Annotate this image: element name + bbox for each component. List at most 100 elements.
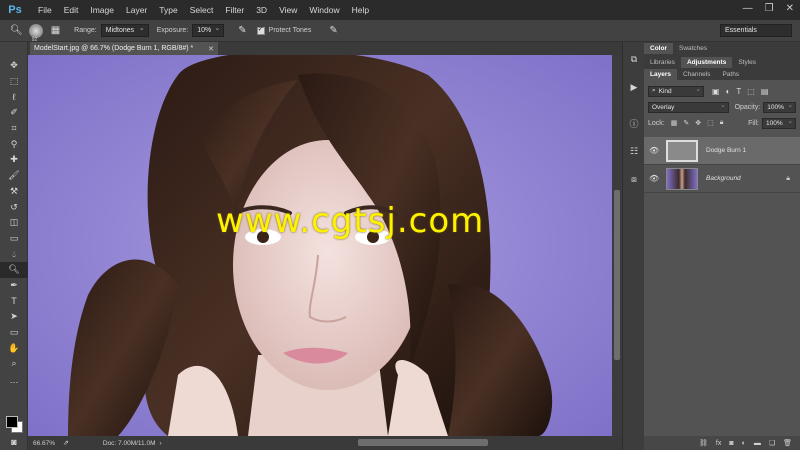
- zoom-level[interactable]: 66.67%: [33, 440, 63, 447]
- menu-layer[interactable]: Layer: [120, 5, 153, 15]
- tab-color[interactable]: Color: [644, 43, 673, 54]
- visibility-eye-icon[interactable]: 👁︎: [649, 174, 663, 183]
- layer-row-background[interactable]: 👁︎ Background 🔒︎: [644, 165, 800, 193]
- blur-tool-icon[interactable]: 💧︎: [0, 246, 28, 262]
- document-tab-title: ModelStart.jpg @ 66.7% (Dodge Burn 1, RG…: [34, 45, 194, 52]
- pressure-icon[interactable]: ✎: [329, 25, 337, 36]
- visibility-eye-icon[interactable]: 👁︎: [649, 146, 663, 155]
- new-adjustment-icon[interactable]: ◐: [742, 440, 746, 447]
- menu-help[interactable]: Help: [346, 5, 375, 15]
- burn-tool-preset-icon[interactable]: 🔍︎: [10, 25, 23, 36]
- menu-image[interactable]: Image: [84, 5, 120, 15]
- layer-row-dodge-burn[interactable]: 👁︎ Dodge Burn 1: [644, 137, 800, 165]
- opacity-input[interactable]: 100%: [763, 101, 796, 113]
- blend-mode-select[interactable]: Overlay: [648, 101, 729, 113]
- menu-window[interactable]: Window: [303, 5, 345, 15]
- tab-layers[interactable]: Layers: [644, 69, 677, 80]
- add-mask-icon[interactable]: ◙: [729, 440, 733, 447]
- filter-icons: ▣ ◐ T ⬚ ▤: [712, 87, 768, 96]
- lock-all-icon[interactable]: 🔒︎: [720, 119, 724, 127]
- menu-file[interactable]: File: [32, 5, 58, 15]
- menu-select[interactable]: Select: [184, 5, 220, 15]
- quick-select-tool-icon[interactable]: ✐: [0, 105, 28, 121]
- move-tool-icon[interactable]: ✥: [0, 58, 28, 74]
- tab-styles[interactable]: Styles: [732, 57, 762, 68]
- airbrush-icon[interactable]: ✎: [238, 25, 246, 36]
- tab-swatches[interactable]: Swatches: [673, 43, 713, 54]
- close-document-icon[interactable]: ✕: [208, 45, 214, 53]
- eraser-tool-icon[interactable]: ◫: [0, 215, 28, 231]
- shape-tool-icon[interactable]: ▭: [0, 325, 28, 341]
- layer-name[interactable]: Dodge Burn 1: [706, 147, 746, 154]
- lock-transparent-icon[interactable]: ▦: [671, 119, 678, 127]
- brush-size-picker[interactable]: 92: [28, 23, 43, 43]
- properties-panel-icon[interactable]: ☷: [623, 140, 645, 162]
- new-group-icon[interactable]: ▬: [754, 440, 761, 447]
- minimize-icon[interactable]: —: [743, 3, 753, 14]
- vertical-scroll-thumb[interactable]: [614, 190, 620, 360]
- tab-paths[interactable]: Paths: [716, 69, 745, 80]
- menu-edit[interactable]: Edit: [58, 5, 85, 15]
- delete-layer-icon[interactable]: 🗑︎: [783, 439, 792, 447]
- stamp-tool-icon[interactable]: ⚒: [0, 184, 28, 200]
- pen-tool-icon[interactable]: ✒: [0, 278, 28, 294]
- hand-tool-icon[interactable]: ✋: [0, 340, 28, 356]
- restore-icon[interactable]: ❐: [765, 3, 774, 14]
- lock-artboard-icon[interactable]: ⬚: [707, 119, 714, 127]
- quick-mask-icon[interactable]: ◙: [0, 434, 28, 450]
- adjustment-filter-icon[interactable]: ◐: [726, 87, 731, 96]
- pixel-filter-icon[interactable]: ▣: [712, 87, 720, 96]
- lock-position-icon[interactable]: ✥: [695, 119, 701, 127]
- close-icon[interactable]: ✕: [786, 3, 794, 14]
- brush-panel-icon[interactable]: ▦: [51, 25, 60, 36]
- layer-thumbnail: [666, 167, 698, 190]
- document-tab[interactable]: ModelStart.jpg @ 66.7% (Dodge Burn 1, RG…: [30, 42, 218, 55]
- layer-comps-icon[interactable]: ⧈: [623, 168, 645, 190]
- tab-libraries[interactable]: Libraries: [644, 57, 681, 68]
- marquee-tool-icon[interactable]: ⬚: [0, 74, 28, 90]
- status-info-icon[interactable]: ⇗: [63, 439, 69, 447]
- shape-filter-icon[interactable]: ⬚: [747, 87, 755, 96]
- info-panel-icon[interactable]: ⓘ: [623, 112, 645, 134]
- menu-filter[interactable]: Filter: [219, 5, 250, 15]
- actions-play-icon[interactable]: ▶: [623, 76, 645, 98]
- status-menu-icon[interactable]: ›: [160, 440, 162, 447]
- menu-3d[interactable]: 3D: [250, 5, 273, 15]
- layer-kind-filter[interactable]: ⌕ Kind: [648, 85, 704, 97]
- lock-image-icon[interactable]: ✎: [683, 119, 689, 127]
- tab-adjustments[interactable]: Adjustments: [680, 57, 733, 68]
- smart-object-filter-icon[interactable]: ▤: [761, 87, 769, 96]
- menu-view[interactable]: View: [273, 5, 303, 15]
- workspace-select[interactable]: Essentials: [720, 24, 792, 37]
- document-canvas[interactable]: www.cgtsj.com: [28, 55, 612, 436]
- type-tool-icon[interactable]: T: [0, 293, 28, 309]
- horizontal-scroll-thumb[interactable]: [358, 439, 488, 446]
- protect-tones-checkbox[interactable]: [256, 25, 265, 35]
- exposure-select[interactable]: 10%: [192, 24, 225, 37]
- gradient-tool-icon[interactable]: ▭: [0, 231, 28, 247]
- link-layers-icon[interactable]: ⛓: [699, 439, 708, 447]
- eyedropper-tool-icon[interactable]: ⚲: [0, 136, 28, 152]
- vertical-scrollbar[interactable]: [612, 55, 622, 436]
- fill-input[interactable]: 100%: [762, 117, 796, 129]
- tab-channels[interactable]: Channels: [677, 69, 716, 80]
- healing-tool-icon[interactable]: ✚: [0, 152, 28, 168]
- crop-tool-icon[interactable]: ⌗: [0, 121, 28, 137]
- brush-tool-icon[interactable]: 🖌︎: [0, 168, 28, 184]
- range-select[interactable]: Midtones: [100, 24, 149, 37]
- burn-tool-icon[interactable]: 🔍︎: [0, 261, 28, 278]
- menu-type[interactable]: Type: [153, 5, 183, 15]
- new-layer-icon[interactable]: ❏: [769, 439, 775, 447]
- more-tools-icon[interactable]: …: [0, 372, 28, 388]
- path-select-tool-icon[interactable]: ➤: [0, 309, 28, 325]
- history-panel-icon[interactable]: ⧉: [623, 48, 645, 70]
- foreground-color-swatch[interactable]: [6, 416, 18, 428]
- history-brush-tool-icon[interactable]: ↺: [0, 199, 28, 215]
- window-controls: — ❐ ✕: [743, 3, 794, 14]
- doc-size-info[interactable]: Doc: 7.00M/11.0M: [103, 440, 156, 447]
- layer-style-icon[interactable]: fx: [716, 440, 721, 447]
- layer-name[interactable]: Background: [706, 175, 741, 182]
- type-filter-icon[interactable]: T: [736, 87, 741, 96]
- lasso-tool-icon[interactable]: ℓ: [0, 89, 28, 105]
- zoom-tool-icon[interactable]: ⌕: [0, 356, 28, 372]
